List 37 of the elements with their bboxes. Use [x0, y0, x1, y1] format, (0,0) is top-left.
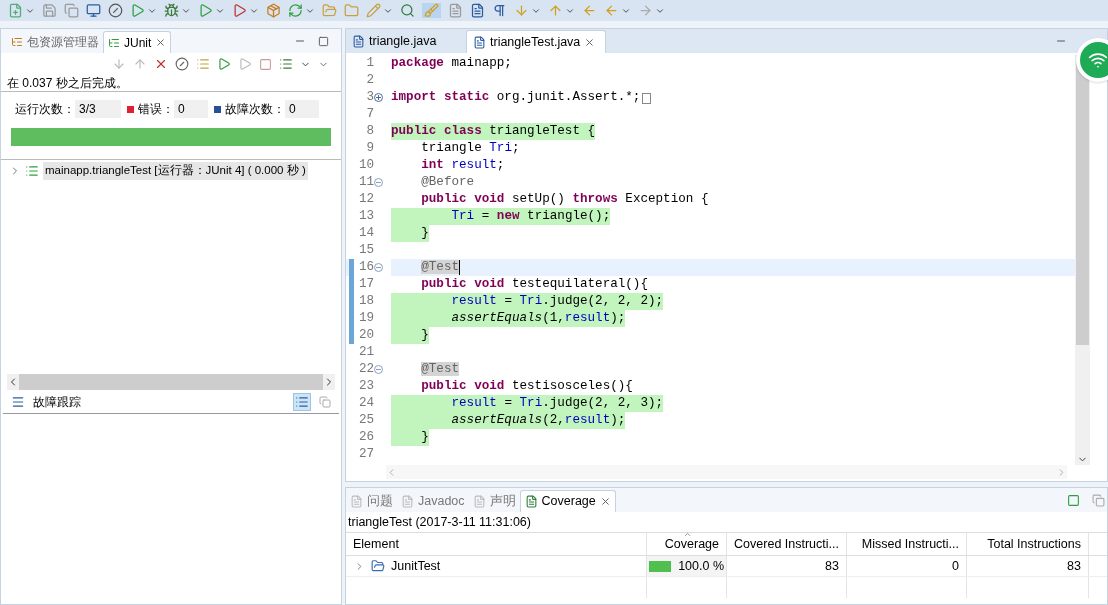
column-header[interactable]: Element [346, 533, 647, 555]
column-header[interactable]: Covered Instructi... [727, 533, 847, 555]
panel-title: 故障跟踪 [33, 393, 81, 411]
code-line: package mainapp; [391, 55, 512, 72]
counter-value: 0 [174, 100, 208, 118]
counter-value: 3/3 [75, 100, 121, 118]
view-tab[interactable]: 声明 [468, 490, 520, 512]
view-tab[interactable]: Coverage [519, 490, 616, 512]
column-header[interactable]: Missed Instructi... [847, 533, 967, 555]
code-line: int result; [420, 157, 505, 174]
view-tab[interactable]: JUnit [103, 31, 172, 53]
table-cell-text: JunitTest [391, 557, 441, 575]
tree-item[interactable]: mainapp.triangleTest [运行器：JUnit 4] ( 0.000 秒 ) [43, 162, 308, 180]
code-line: public void testisosceles(){ [420, 378, 633, 395]
code-line: triangle Tri; [420, 140, 520, 157]
table-cell: 83 [967, 556, 1089, 576]
status-text: 在 0.037 秒之后完成。 [1, 75, 341, 92]
table-cell: 0 [847, 556, 967, 576]
code-line: public void setUp() throws Exception { [420, 191, 709, 208]
code-line: import static org.junit.Assert.*; [391, 89, 641, 106]
code-line: @Before [420, 174, 475, 191]
view-tab[interactable]: Javadoc [397, 490, 469, 512]
table-cell: 83 [727, 556, 847, 576]
line-number: 16 [354, 259, 374, 276]
table-cell-text: 100.0 % [677, 557, 724, 575]
view-tab[interactable]: 包资源管理器 [7, 31, 103, 53]
editor-tab[interactable]: triangleTest.java [466, 30, 606, 53]
editor-tab[interactable]: triangle.java [346, 30, 466, 53]
view-tab[interactable]: 问题 [346, 490, 397, 512]
counter-label: 故障次数： [225, 101, 285, 118]
counter-value: 0 [285, 100, 319, 118]
counter-label: 运行次数： [15, 101, 75, 118]
column-header[interactable]: Coverage [647, 533, 727, 555]
code-line: public void testequilateral(){ [420, 276, 648, 293]
session-label: triangleTest (2017-3-11 11:31:06) [347, 514, 532, 531]
column-header[interactable]: Total Instructions [967, 533, 1089, 555]
counter-label: 错误： [138, 101, 174, 118]
